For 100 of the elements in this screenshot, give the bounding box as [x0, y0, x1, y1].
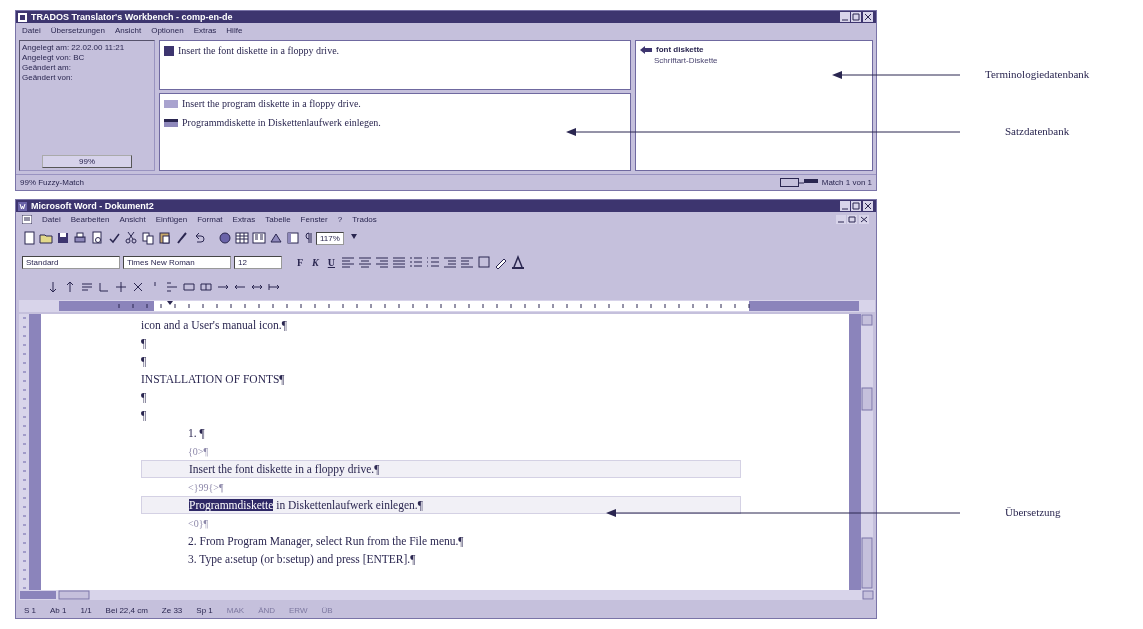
document-text: ¶ — [140, 390, 148, 405]
menu-item[interactable]: Tabelle — [265, 214, 291, 224]
term-arrow-icon — [640, 45, 652, 54]
document-text: 1. ¶ — [187, 426, 206, 441]
source-flag-icon — [164, 99, 178, 108]
window-title: Microsoft Word - Dokument2 — [31, 201, 155, 211]
table-icon[interactable] — [235, 231, 249, 245]
segment-marker: {0>¶ — [187, 444, 209, 459]
format-button[interactable]: F — [294, 256, 307, 268]
style-field[interactable]: Standard — [22, 255, 120, 269]
align-center-icon[interactable] — [358, 255, 372, 269]
document-text: ¶ — [140, 336, 148, 351]
target-flag-icon — [164, 118, 178, 127]
outline-tool-icon[interactable] — [131, 280, 145, 292]
menu-item[interactable]: Bearbeiten — [70, 214, 110, 224]
new-page-icon[interactable] — [22, 231, 36, 245]
document-controls-icon[interactable] — [836, 214, 870, 224]
menu-item[interactable]: Extras — [232, 214, 256, 224]
match-value-button[interactable]: 99% — [42, 155, 132, 168]
status-text: ÜB — [321, 605, 333, 615]
menu-item[interactable]: Übersetzungen — [50, 25, 105, 35]
source-text: Insert the font diskette in a floppy drive. — [178, 45, 340, 56]
increase-indent-icon[interactable] — [460, 255, 474, 269]
font-size-field[interactable]: 12 — [234, 255, 282, 269]
callout-label: Terminologiedatenbank — [985, 68, 1090, 80]
window-controls-icon[interactable] — [840, 12, 874, 22]
term-text[interactable]: font diskette — [656, 45, 704, 54]
tm-source-text: Insert the program diskette in a floppy drive. — [182, 98, 361, 109]
info-text: Angelegt von: BC — [22, 53, 86, 62]
menu-item[interactable]: Datei — [42, 214, 61, 224]
document-text: INSTALLATION OF FONTS¶ — [140, 372, 286, 387]
outline-tool-icon[interactable] — [114, 280, 128, 292]
callout-label: Satzdatenbank — [1005, 125, 1070, 137]
horizontal-scrollbar[interactable] — [19, 590, 875, 600]
status-text: Ab 1 — [50, 605, 67, 615]
document-text: ¶ — [140, 408, 148, 423]
menu-item[interactable]: ? — [337, 214, 343, 224]
cut-icon[interactable] — [124, 231, 138, 245]
columns-icon[interactable] — [252, 231, 266, 245]
paste-icon[interactable] — [158, 231, 172, 245]
segment-marker: <}99{>¶ — [187, 480, 225, 495]
folder-icon[interactable] — [39, 231, 53, 245]
outline-tool-icon[interactable] — [182, 280, 196, 292]
document-text: icon and a User's manual icon.¶ — [140, 318, 288, 333]
menu-item[interactable]: Ansicht — [114, 25, 142, 35]
decrease-indent-icon[interactable] — [443, 255, 457, 269]
menu-item[interactable]: Einfügen — [155, 214, 188, 224]
save-icon[interactable] — [56, 231, 70, 245]
info-text: Angelegt am: 22.02.00 11:21 — [22, 43, 126, 52]
spelling-icon[interactable] — [107, 231, 121, 245]
document-text: 2. From Program Manager, select Run from the File menu.¶ — [187, 534, 465, 550]
tm-target-text: Programmdiskette in Diskettenlaufwerk einlegen. — [182, 117, 381, 128]
info-text: Geändert am: — [22, 63, 72, 72]
vertical-scrollbar[interactable] — [861, 314, 873, 590]
copy-icon[interactable] — [141, 231, 155, 245]
menu-item[interactable]: Ansicht — [119, 214, 146, 224]
menu-item[interactable]: Fenster — [300, 214, 328, 224]
term-translation: Schriftart-Diskette — [653, 56, 719, 65]
numbered-list-icon[interactable] — [409, 255, 423, 269]
status-text: MAK — [226, 605, 245, 615]
menu-item[interactable]: Format — [197, 214, 223, 224]
menu-item[interactable]: Optionen — [151, 25, 184, 35]
font-field[interactable]: Times New Roman — [123, 255, 231, 269]
brush-icon[interactable] — [175, 231, 189, 245]
menu-item[interactable]: Datei — [22, 25, 41, 35]
status-text: Sp 1 — [196, 605, 213, 615]
status-text: ERW — [289, 605, 308, 615]
target-segment: Programmdiskette in Diskettenlaufwerk einlegen.¶ — [141, 496, 741, 514]
window-title: TRADOS Translator's Workbench - comp-en-de — [31, 12, 234, 22]
format-button[interactable]: K — [309, 256, 322, 268]
align-right-icon[interactable] — [375, 255, 389, 269]
menu-item[interactable]: Hilfe — [226, 25, 243, 35]
status-text: Ze 33 — [161, 605, 183, 615]
document-text: ¶ — [140, 354, 148, 369]
print-icon[interactable] — [73, 231, 87, 245]
match-count: Match 1 von 1 — [821, 178, 872, 187]
zoom-field[interactable]: 117% — [316, 231, 344, 245]
status-text: 99% Fuzzy-Match — [20, 178, 85, 187]
bullet-list-icon[interactable] — [426, 255, 440, 269]
match-indicator-icon — [779, 178, 818, 187]
status-text: Bei 22,4 cm — [105, 605, 148, 615]
status-text: ÄND — [258, 605, 276, 615]
align-left-icon[interactable] — [341, 255, 355, 269]
preview-icon[interactable] — [90, 231, 104, 245]
format-button[interactable]: U — [324, 256, 338, 268]
outline-tool-icon[interactable] — [199, 280, 213, 292]
document-text: 3. Type a:setup (or b:setup) and press [ENTER].¶ — [187, 552, 417, 568]
source-segment: Insert the font diskette in a floppy drive.¶ — [141, 460, 741, 478]
segment-icon — [164, 45, 174, 56]
status-text: 1/1 — [80, 605, 92, 615]
menu-item[interactable]: Trados — [352, 214, 377, 224]
document-icon[interactable] — [22, 214, 32, 224]
window-controls-icon[interactable] — [840, 201, 874, 211]
drawing-icon[interactable] — [269, 231, 283, 245]
justify-icon[interactable] — [392, 255, 406, 269]
menu-item[interactable]: Extras — [193, 25, 217, 35]
font-color-icon[interactable] — [511, 255, 525, 269]
callout-label: Übersetzung — [1005, 506, 1061, 518]
app-icon — [18, 201, 27, 211]
info-text: Geändert von: — [22, 73, 74, 82]
